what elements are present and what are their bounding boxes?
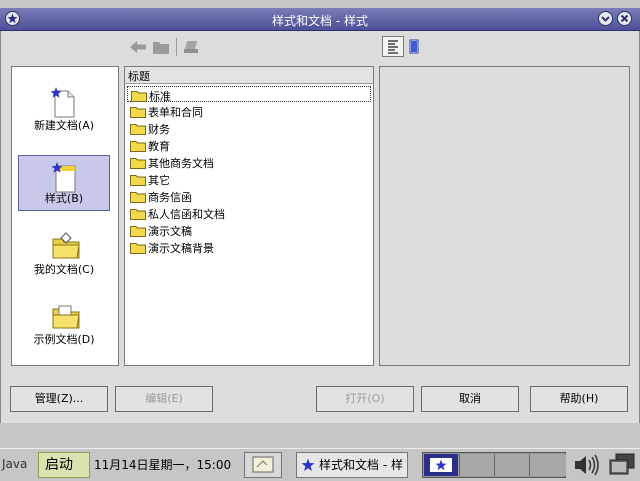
workspace-1[interactable]: [424, 454, 458, 476]
workspace-2[interactable]: [459, 454, 494, 476]
folder-icon: [130, 175, 146, 186]
close-icon[interactable]: [617, 11, 632, 26]
folder-icon: [130, 226, 146, 237]
folder-icon: [130, 124, 146, 135]
list-item[interactable]: 商务信函: [127, 188, 371, 204]
show-desktop-button[interactable]: [244, 452, 282, 478]
samples-folder-icon: [52, 305, 80, 329]
list-item-label: 演示文稿背景: [148, 242, 214, 255]
open-button[interactable]: 打开(O): [316, 386, 414, 412]
templates-dialog: 新建文档(A) 样式(B) 我的文档(C) 示例文档(D) 标题 标准 表单和合…: [0, 31, 640, 423]
list-item[interactable]: 表单和合同: [127, 103, 371, 119]
manage-button[interactable]: 管理(Z)...: [10, 386, 108, 412]
task-label: 样式和文档 - 样: [319, 458, 403, 472]
folder-icon: [130, 209, 146, 220]
list-item[interactable]: 私人信函和文档: [127, 205, 371, 221]
new-document-icon: [51, 87, 75, 118]
task-star-icon: [301, 458, 315, 471]
preview-panel: [379, 66, 630, 366]
my-documents-folder-icon: [52, 232, 80, 259]
task-item-templates[interactable]: 样式和文档 - 样: [296, 452, 408, 478]
folder-icon: [130, 141, 146, 152]
list-item-label: 其它: [148, 174, 170, 187]
list-item[interactable]: 财务: [127, 120, 371, 136]
category-my-documents[interactable]: 我的文档(C): [18, 225, 110, 281]
column-header-label: 标题: [128, 70, 150, 83]
taskbar: Java 启动 11月14日星期一，15:00 样式和文档 - 样: [0, 448, 640, 481]
folder-icon: [131, 91, 147, 102]
list-item-label: 私人信函和文档: [148, 208, 225, 221]
workspace-window-icon: [430, 458, 452, 472]
window-title: 样式和文档 - 样式: [272, 14, 368, 28]
category-templates[interactable]: 样式(B): [18, 155, 110, 211]
edit-button[interactable]: 编辑(E): [115, 386, 213, 412]
start-label: 启动: [45, 457, 73, 473]
workspace-4[interactable]: [529, 454, 566, 476]
start-button[interactable]: 启动: [38, 452, 90, 478]
list-item[interactable]: 演示文稿: [127, 222, 371, 238]
list-item-label: 其他商务文档: [148, 157, 214, 170]
document-properties-view-icon[interactable]: [382, 36, 404, 57]
desktop-icon: [252, 456, 274, 473]
clock[interactable]: 11月14日星期一，15:00: [94, 452, 240, 478]
toolbar: [11, 36, 629, 58]
window-titlebar[interactable]: 样式和文档 - 样式: [0, 8, 640, 31]
list-item[interactable]: 教育: [127, 137, 371, 153]
folder-icon: [130, 107, 146, 118]
workspace-3[interactable]: [494, 454, 529, 476]
list-item[interactable]: 其他商务文档: [127, 154, 371, 170]
category-label: 我的文档(C): [33, 263, 95, 276]
category-new-document[interactable]: 新建文档(A): [18, 81, 110, 137]
list-item-label: 商务信函: [148, 191, 192, 204]
folder-up-icon[interactable]: [152, 39, 170, 55]
folder-icon: [130, 243, 146, 254]
list-item-label: 教育: [148, 140, 170, 153]
list-item[interactable]: 标准: [127, 86, 371, 103]
cancel-button[interactable]: 取消: [421, 386, 519, 412]
list-item-label: 标准: [149, 90, 171, 103]
category-panel: 新建文档(A) 样式(B) 我的文档(C) 示例文档(D): [11, 66, 119, 366]
folder-icon: [130, 158, 146, 169]
toolbar-separator: [176, 38, 177, 56]
monitor-icon[interactable]: [606, 452, 638, 478]
print-icon[interactable]: [183, 39, 201, 55]
minimize-icon[interactable]: [598, 11, 613, 26]
workspace-switcher[interactable]: [422, 452, 566, 478]
list-item[interactable]: 演示文稿背景: [127, 239, 371, 255]
category-label: 示例文档(D): [33, 333, 95, 346]
category-samples[interactable]: 示例文档(D): [18, 295, 110, 351]
list-item-label: 财务: [148, 123, 170, 136]
list-item-label: 演示文稿: [148, 225, 192, 238]
folder-icon: [130, 192, 146, 203]
category-label: 新建文档(A): [33, 119, 95, 132]
category-label: 样式(B): [44, 192, 84, 205]
preview-view-icon[interactable]: [407, 38, 421, 54]
list-item-label: 表单和合同: [148, 106, 203, 119]
list-item[interactable]: 其它: [127, 171, 371, 187]
template-list: 标题 标准表单和合同财务教育其他商务文档 其它商务信函私人信函和文档 演示文稿演示文…: [124, 66, 374, 366]
column-header-title[interactable]: 标题: [125, 67, 373, 84]
java-launcher[interactable]: Java: [0, 452, 38, 478]
volume-icon[interactable]: [572, 452, 602, 478]
back-arrow-icon[interactable]: [129, 39, 147, 55]
help-button[interactable]: 帮助(H): [530, 386, 628, 412]
